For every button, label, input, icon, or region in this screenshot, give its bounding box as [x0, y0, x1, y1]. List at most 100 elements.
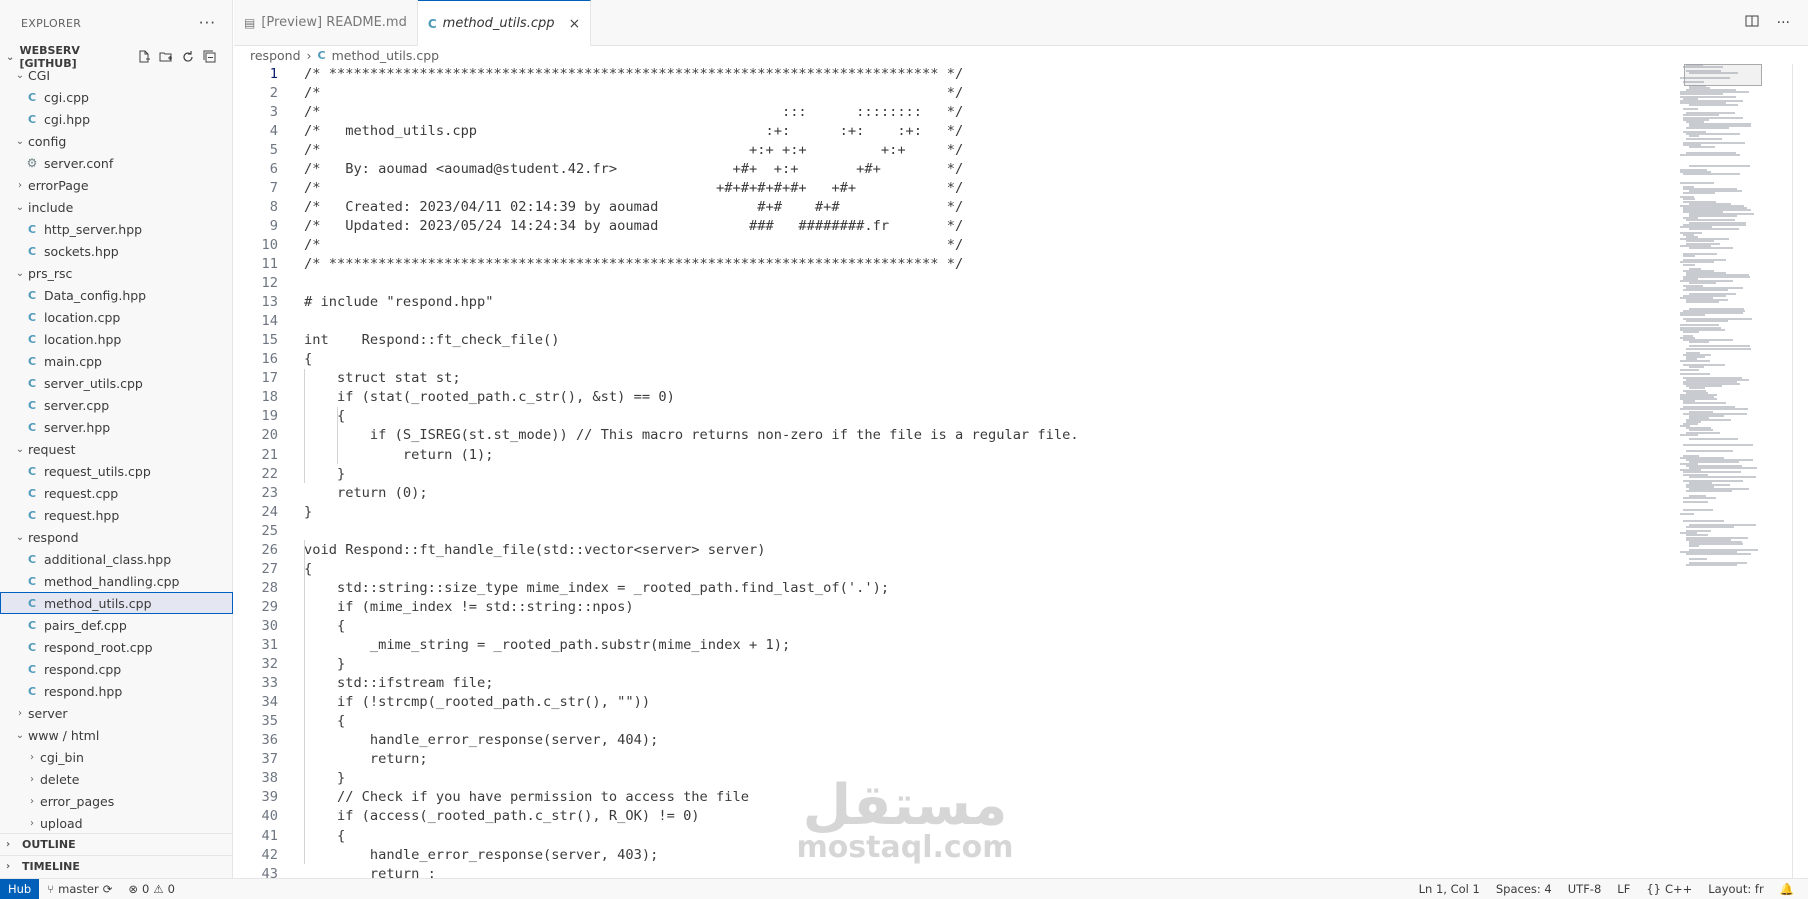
folder-item[interactable]: › upload — [0, 812, 233, 834]
file-item[interactable]: Crequest_utils.cpp — [0, 460, 233, 482]
code-line[interactable]: 5 /* +:+ +:+ +:+ */ — [234, 140, 1674, 159]
refresh-icon[interactable] — [180, 49, 196, 65]
code-line[interactable]: 16 { — [234, 350, 1674, 369]
code-line[interactable]: 21 return (1); — [234, 445, 1674, 464]
folder-item[interactable]: › server — [0, 702, 233, 724]
file-item[interactable]: Cmethod_utils.cpp — [0, 592, 233, 614]
code-line[interactable]: 10 /* */ — [234, 235, 1674, 254]
file-item[interactable]: Csockets.hpp — [0, 240, 233, 262]
code-line[interactable]: 34 if (!strcmp(_rooted_path.c_str(), "")… — [234, 693, 1674, 712]
keyboard-layout[interactable]: Layout: fr — [1700, 882, 1771, 896]
code-line[interactable]: 20 if (S_ISREG(st.st_mode)) // This macr… — [234, 426, 1674, 445]
vertical-scrollbar[interactable] — [1792, 64, 1793, 878]
code-line[interactable]: 2 /* */ — [234, 83, 1674, 102]
outline-panel-header[interactable]: › OUTLINE — [0, 833, 233, 855]
file-item[interactable]: Cadditional_class.hpp — [0, 548, 233, 570]
code-line[interactable]: 19 { — [234, 407, 1674, 426]
tab-readme-preview[interactable]: ▤ [Preview] README.md — [234, 0, 418, 45]
code-line[interactable]: 9 /* Updated: 2023/05/24 14:24:34 by aoum… — [234, 216, 1674, 235]
bell-icon[interactable]: 🔔 — [1772, 882, 1802, 896]
encoding[interactable]: UTF-8 — [1560, 882, 1610, 896]
file-item[interactable]: Crespond_root.cpp — [0, 636, 233, 658]
code-line[interactable]: 29 if (mime_index != std::string::npos) — [234, 597, 1674, 616]
code-line[interactable]: 12 — [234, 274, 1674, 293]
code-line[interactable]: 13 # include "respond.hpp" — [234, 293, 1674, 312]
folder-item[interactable]: ⌄ include — [0, 196, 233, 218]
code-line[interactable]: 14 — [234, 312, 1674, 331]
minimap[interactable] — [1680, 64, 1790, 664]
split-editor-icon[interactable] — [1745, 14, 1759, 32]
collapse-all-icon[interactable] — [202, 49, 218, 65]
timeline-panel-header[interactable]: › TIMELINE — [0, 855, 233, 877]
code-line[interactable]: 43 return ; — [234, 864, 1674, 878]
problems-status[interactable]: ⊗ 0 ⚠ 0 — [120, 882, 183, 896]
code-line[interactable]: 32 } — [234, 655, 1674, 674]
code-line[interactable]: 36 handle_error_response(server, 404); — [234, 731, 1674, 750]
file-item[interactable]: Cserver_utils.cpp — [0, 372, 233, 394]
breadcrumb-file[interactable]: method_utils.cpp — [332, 48, 440, 63]
folder-item[interactable]: ⌄ CGI — [0, 64, 233, 86]
file-item[interactable]: Ccgi.hpp — [0, 108, 233, 130]
folder-item[interactable]: ⌄ config — [0, 130, 233, 152]
file-item[interactable]: Crequest.cpp — [0, 482, 233, 504]
ellipsis-icon[interactable]: ··· — [199, 14, 216, 32]
file-item[interactable]: Crequest.hpp — [0, 504, 233, 526]
file-item[interactable]: Cmain.cpp — [0, 350, 233, 372]
language-mode[interactable]: {} C++ — [1638, 882, 1700, 896]
code-line[interactable]: 37 return; — [234, 750, 1674, 769]
code-line[interactable]: 18 if (stat(_rooted_path.c_str(), &st) =… — [234, 388, 1674, 407]
new-file-icon[interactable] — [136, 49, 152, 65]
file-item[interactable]: Cpairs_def.cpp — [0, 614, 233, 636]
breadcrumb-folder[interactable]: respond — [250, 48, 301, 63]
folder-item[interactable]: › errorPage — [0, 174, 233, 196]
ellipsis-icon[interactable]: ··· — [1777, 15, 1790, 31]
code-line[interactable]: 35 { — [234, 712, 1674, 731]
cursor-position[interactable]: Ln 1, Col 1 — [1411, 882, 1488, 896]
code-line[interactable]: 31 _mime_string = _rooted_path.substr(mi… — [234, 636, 1674, 655]
file-item[interactable]: C Data_config.hpp — [0, 284, 233, 306]
folder-item[interactable]: ⌄ www / html — [0, 724, 233, 746]
code-line[interactable]: 23 return (0); — [234, 483, 1674, 502]
file-item[interactable]: Cserver.hpp — [0, 416, 233, 438]
code-line[interactable]: 22 } — [234, 464, 1674, 483]
folder-item[interactable]: › cgi_bin — [0, 746, 233, 768]
branch-status[interactable]: ⑂ master ⟳ — [39, 882, 120, 896]
file-item[interactable]: Cserver.cpp — [0, 394, 233, 416]
folder-item[interactable]: ⌄ prs_rsc — [0, 262, 233, 284]
file-item[interactable]: Clocation.hpp — [0, 328, 233, 350]
file-item[interactable]: Ccgi.cpp — [0, 86, 233, 108]
tab-method-utils[interactable]: C method_utils.cpp × — [417, 0, 592, 46]
file-item[interactable]: Crespond.cpp — [0, 658, 233, 680]
code-editor[interactable]: 1 /* ************************************… — [234, 64, 1674, 879]
code-line[interactable]: 25 — [234, 521, 1674, 540]
code-line[interactable]: 8 /* Created: 2023/04/11 02:14:39 by aoum… — [234, 197, 1674, 216]
code-line[interactable]: 4 /* method_utils.cpp :+: :+: :+: */ — [234, 121, 1674, 140]
code-line[interactable]: 15 int Respond::ft_check_file() — [234, 331, 1674, 350]
code-line[interactable]: 30 { — [234, 616, 1674, 635]
code-line[interactable]: 3 /* ::: :::::::: */ — [234, 102, 1674, 121]
folder-item[interactable]: ⌄ respond — [0, 526, 233, 548]
folder-item[interactable]: › error_pages — [0, 790, 233, 812]
code-line[interactable]: 6 /* By: aoumad <aoumad@student.42.fr> +#… — [234, 159, 1674, 178]
code-line[interactable]: 24} — [234, 502, 1674, 521]
file-item[interactable]: Clocation.cpp — [0, 306, 233, 328]
code-line[interactable]: 7 /* +#+#+#+#+#+ +#+ */ — [234, 178, 1674, 197]
code-line[interactable]: 26 void Respond::ft_handle_file(std::vect… — [234, 540, 1674, 559]
file-item[interactable]: Chttp_server.hpp — [0, 218, 233, 240]
code-line[interactable]: 17 struct stat st; — [234, 369, 1674, 388]
file-item[interactable]: Crespond.hpp — [0, 680, 233, 702]
code-line[interactable]: 28 std::string::size_type mime_index = _… — [234, 578, 1674, 597]
code-line[interactable]: 1 /* ************************************… — [234, 64, 1674, 83]
code-line[interactable]: 27 { — [234, 559, 1674, 578]
file-item[interactable]: ⚙ server.conf — [0, 152, 233, 174]
close-icon[interactable]: × — [569, 16, 581, 32]
folder-item[interactable]: ⌄ request — [0, 438, 233, 460]
file-item[interactable]: Cmethod_handling.cpp — [0, 570, 233, 592]
code-line[interactable]: 33 std::ifstream file; — [234, 674, 1674, 693]
new-folder-icon[interactable] — [158, 49, 174, 65]
remote-indicator[interactable]: Hub — [0, 879, 40, 899]
indentation[interactable]: Spaces: 4 — [1488, 882, 1560, 896]
code-line[interactable]: 11 /* ***********************************… — [234, 255, 1674, 274]
end-of-line[interactable]: LF — [1609, 882, 1638, 896]
folder-item[interactable]: › delete — [0, 768, 233, 790]
